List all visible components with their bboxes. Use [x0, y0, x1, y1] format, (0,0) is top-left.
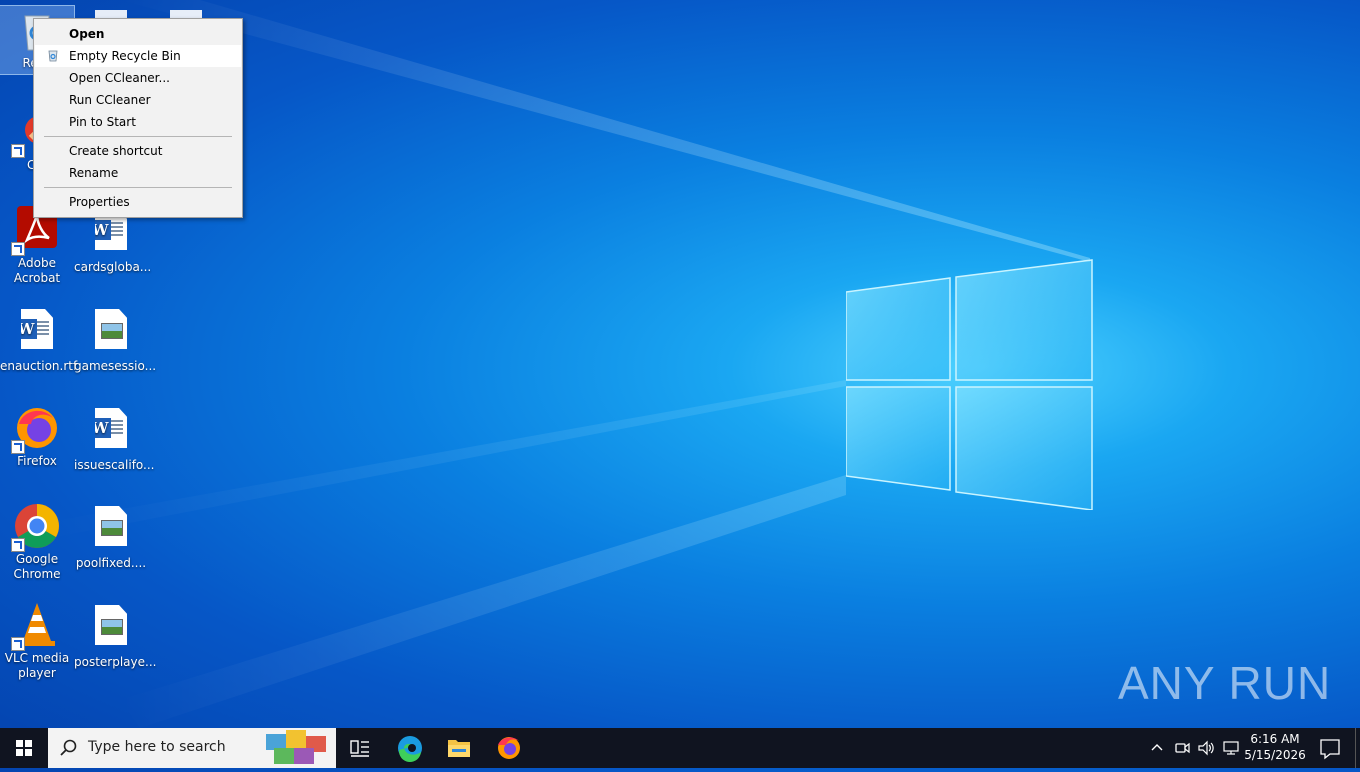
- shortcut-arrow-icon: [11, 440, 25, 454]
- menu-item-label: Open: [69, 27, 105, 41]
- desktop-icon-enauction[interactable]: W enauction.rtf: [0, 305, 78, 374]
- word-document-icon: W: [87, 408, 135, 456]
- word-document-icon: W: [13, 309, 61, 357]
- image-file-icon: [87, 309, 135, 357]
- menu-item-label: Rename: [69, 166, 119, 180]
- desktop-icon-gamesessio[interactable]: gamesessio...: [74, 305, 156, 374]
- firefox-icon: [11, 404, 61, 454]
- menu-item-label: Properties: [69, 195, 130, 209]
- vlc-cone-icon: [11, 601, 61, 651]
- action-center-button[interactable]: [1310, 728, 1350, 768]
- desktop-icon-vlc[interactable]: VLC media player: [0, 601, 74, 681]
- desktop-icon-issuescalifo[interactable]: W issuescalifo...: [74, 404, 155, 473]
- desktop-icon-label: enauction.rtf: [0, 359, 78, 373]
- menu-item-properties[interactable]: Properties: [35, 191, 241, 213]
- menu-item-rename[interactable]: Rename: [35, 162, 241, 184]
- task-view-button[interactable]: [336, 728, 384, 768]
- desktop-icon-label: Google Chrome: [13, 552, 61, 581]
- desktop-icon-label: Adobe Acrobat: [13, 256, 61, 285]
- search-placeholder: Type here to search: [88, 739, 226, 755]
- image-file-icon: [87, 506, 135, 554]
- task-view-icon: [350, 740, 369, 757]
- menu-item-pin-to-start[interactable]: Pin to Start: [35, 111, 241, 133]
- taskbar-file-explorer-button[interactable]: [435, 728, 483, 768]
- search-highlight-puzzle-icon: [266, 730, 326, 764]
- menu-item-open[interactable]: Open: [35, 23, 241, 45]
- menu-item-label: Run CCleaner: [69, 93, 151, 107]
- windows-logo-wallpaper: [846, 259, 1093, 510]
- menu-item-create-shortcut[interactable]: Create shortcut: [35, 140, 241, 162]
- shortcut-arrow-icon: [11, 637, 25, 651]
- volume-icon[interactable]: [1198, 740, 1216, 756]
- windows-start-icon: [16, 740, 32, 756]
- taskbar: Type here to search 6:16 AM 5/15/2026: [0, 728, 1360, 768]
- taskbar-firefox-button[interactable]: [484, 728, 532, 768]
- shortcut-arrow-icon: [11, 144, 25, 158]
- taskbar-edge-button[interactable]: [386, 728, 434, 768]
- desktop-icon-adobe-acrobat[interactable]: Adobe Acrobat: [0, 206, 74, 286]
- menu-separator: [44, 187, 232, 188]
- clock-time: 6:16 AM: [1250, 732, 1300, 746]
- search-icon: [60, 739, 77, 756]
- shortcut-arrow-icon: [11, 242, 25, 256]
- edge-icon: [398, 736, 422, 763]
- menu-item-empty-recycle-bin[interactable]: Empty Recycle Bin: [35, 45, 241, 67]
- meet-now-icon[interactable]: [1174, 740, 1190, 756]
- desktop-icon-label: issuescalifo...: [74, 458, 155, 472]
- show-desktop-button[interactable]: [1355, 728, 1360, 768]
- desktop-icon-poolfixed[interactable]: poolfixed....: [74, 502, 148, 571]
- desktop-icon-label: poolfixed....: [75, 556, 147, 570]
- chevron-up-icon[interactable]: [1150, 741, 1164, 755]
- desktop-icon-firefox[interactable]: Firefox: [0, 404, 74, 469]
- menu-item-label: Open CCleaner...: [69, 71, 170, 85]
- desktop-icon-label: gamesessio...: [74, 359, 157, 373]
- desktop-icon-label: Firefox: [17, 454, 57, 468]
- desktop-icon-google-chrome[interactable]: Google Chrome: [0, 502, 74, 582]
- menu-item-run-ccleaner[interactable]: Run CCleaner: [35, 89, 241, 111]
- menu-item-label: Create shortcut: [69, 144, 163, 158]
- folder-icon: [448, 740, 470, 757]
- desktop-icon-label: VLC media player: [4, 651, 70, 680]
- taskbar-clock[interactable]: 6:16 AM 5/15/2026: [1240, 731, 1310, 763]
- anyrun-watermark: ANY RUN: [1118, 657, 1332, 709]
- desktop-icon-label: cardsgloba...: [74, 260, 152, 274]
- system-tray: [1148, 728, 1244, 768]
- recycle-bin-small-icon: [48, 50, 58, 62]
- shortcut-arrow-icon: [11, 538, 25, 552]
- taskbar-search-box[interactable]: Type here to search: [48, 728, 336, 768]
- desktop-icon-label: posterplaye...: [74, 655, 157, 669]
- network-icon[interactable]: [1222, 740, 1240, 756]
- menu-item-label: Pin to Start: [69, 115, 136, 129]
- firefox-icon: [498, 737, 520, 759]
- menu-item-label: Empty Recycle Bin: [69, 49, 181, 63]
- desktop-icon-posterplaye[interactable]: posterplaye...: [74, 601, 156, 670]
- notification-icon: [1320, 739, 1340, 760]
- image-file-icon: [87, 605, 135, 653]
- chrome-icon: [11, 502, 61, 552]
- clock-date: 5/15/2026: [1244, 748, 1306, 762]
- menu-item-open-ccleaner[interactable]: Open CCleaner...: [35, 67, 241, 89]
- start-button[interactable]: [0, 728, 48, 768]
- menu-separator: [44, 136, 232, 137]
- context-menu: Open Empty Recycle Bin Open CCleaner... …: [33, 18, 243, 218]
